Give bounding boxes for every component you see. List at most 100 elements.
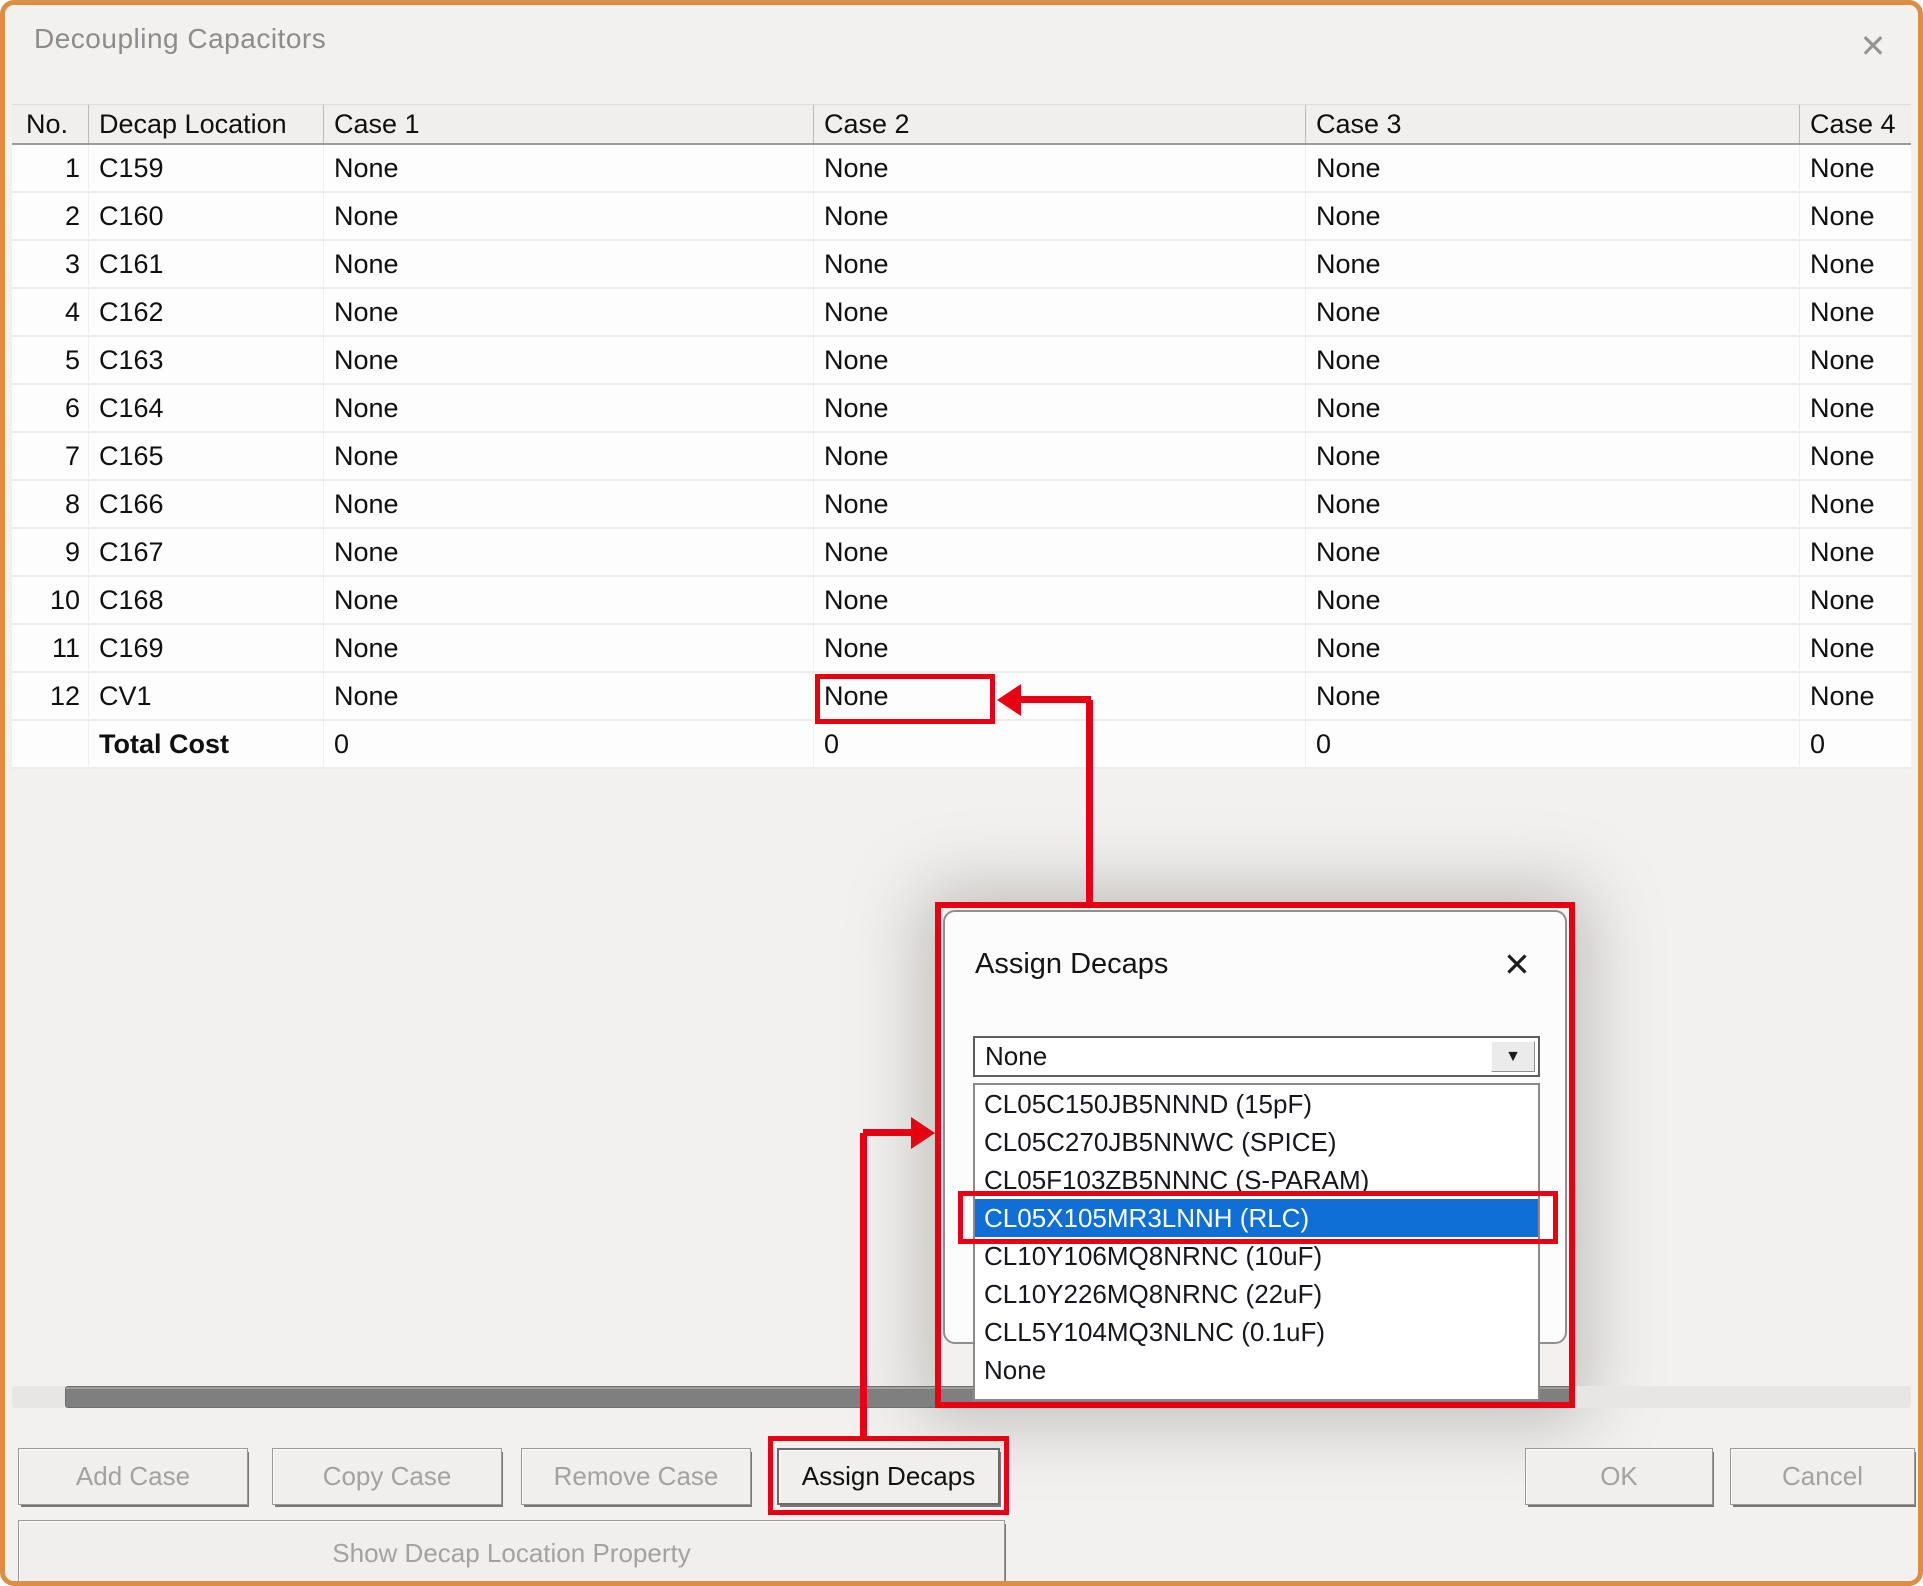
case2-value-cell[interactable]: None	[813, 145, 1305, 193]
annotation-arrow-vertical-to-popup	[1086, 700, 1093, 904]
case2-value-cell[interactable]: None	[813, 625, 1305, 673]
show-decap-location-property-button[interactable]: Show Decap Location Property	[18, 1520, 1005, 1586]
case2-total-cell: 0	[813, 721, 1305, 769]
annotation-rect-assign-decaps-button	[768, 1436, 1009, 1515]
case3-total-cell: 0	[1305, 721, 1799, 769]
page-title: Decoupling Capacitors	[34, 23, 326, 55]
row-number-cell: 11	[12, 625, 88, 673]
decap-location-cell: C164	[88, 385, 323, 433]
decap-location-cell: C160	[88, 193, 323, 241]
row-number-cell: 1	[12, 145, 88, 193]
case2-value-cell[interactable]: None	[813, 385, 1305, 433]
case4-value-cell[interactable]: None	[1799, 289, 1911, 337]
case4-value-cell[interactable]: None	[1799, 145, 1911, 193]
case4-value-cell[interactable]: None	[1799, 481, 1911, 529]
case4-value-cell[interactable]: None	[1799, 673, 1911, 721]
decap-location-cell: C162	[88, 289, 323, 337]
case1-value-cell[interactable]: None	[323, 577, 813, 625]
popup-title: Assign Decaps	[975, 948, 1168, 981]
chevron-down-icon[interactable]: ▼	[1491, 1041, 1535, 1072]
case1-value-cell[interactable]: None	[323, 385, 813, 433]
case2-value-cell[interactable]: None	[813, 193, 1305, 241]
decap-location-cell: C167	[88, 529, 323, 577]
annotation-arrow-horizontal-to-popup	[863, 1129, 913, 1136]
ok-button[interactable]: OK	[1525, 1448, 1713, 1505]
total-cost-label: Total Cost	[88, 721, 323, 769]
case4-value-cell[interactable]: None	[1799, 337, 1911, 385]
case4-value-cell[interactable]: None	[1799, 625, 1911, 673]
add-case-button[interactable]: Add Case	[18, 1448, 248, 1505]
case1-value-cell[interactable]: None	[323, 337, 813, 385]
case2-value-cell[interactable]: None	[813, 289, 1305, 337]
decap-table: No. Decap Location Case 1 Case 2 Case 3 …	[12, 104, 1911, 769]
case2-value-cell[interactable]: None	[813, 481, 1305, 529]
case1-value-cell[interactable]: None	[323, 529, 813, 577]
decap-combobox[interactable]: None ▼	[973, 1036, 1540, 1077]
cancel-button[interactable]: Cancel	[1730, 1448, 1915, 1505]
horizontal-scrollbar-track[interactable]	[12, 1386, 1911, 1408]
case1-value-cell[interactable]: None	[323, 673, 813, 721]
case3-value-cell[interactable]: None	[1305, 193, 1799, 241]
case4-value-cell[interactable]: None	[1799, 241, 1911, 289]
case2-value-cell[interactable]: None	[813, 241, 1305, 289]
decap-location-cell: C159	[88, 145, 323, 193]
list-item[interactable]: CL10Y226MQ8NRNC (22uF)	[975, 1275, 1538, 1313]
row-number-cell: 10	[12, 577, 88, 625]
row-number-cell: 5	[12, 337, 88, 385]
case4-value-cell[interactable]: None	[1799, 433, 1911, 481]
row-number-cell: 12	[12, 673, 88, 721]
close-icon[interactable]: ✕	[1850, 23, 1896, 69]
row-number-cell: 9	[12, 529, 88, 577]
combobox-value: None	[985, 1038, 1047, 1075]
case1-value-cell[interactable]: None	[323, 625, 813, 673]
list-item[interactable]: CL05C150JB5NNND (15pF)	[975, 1085, 1538, 1123]
total-row-empty-cell	[12, 721, 88, 769]
case4-value-cell[interactable]: None	[1799, 529, 1911, 577]
case3-value-cell[interactable]: None	[1305, 289, 1799, 337]
decap-location-cell: C168	[88, 577, 323, 625]
case3-value-cell[interactable]: None	[1305, 145, 1799, 193]
decap-location-cell: C165	[88, 433, 323, 481]
case1-total-cell: 0	[323, 721, 813, 769]
case4-value-cell[interactable]: None	[1799, 193, 1911, 241]
popup-close-icon[interactable]: ✕	[1495, 942, 1539, 986]
case2-value-cell[interactable]: None	[813, 577, 1305, 625]
row-number-cell: 3	[12, 241, 88, 289]
case3-value-cell[interactable]: None	[1305, 577, 1799, 625]
row-number-cell: 2	[12, 193, 88, 241]
list-item[interactable]: None	[975, 1351, 1538, 1389]
annotation-rect-selected-item	[958, 1191, 1558, 1244]
case3-value-cell[interactable]: None	[1305, 625, 1799, 673]
case1-value-cell[interactable]: None	[323, 481, 813, 529]
case1-value-cell[interactable]: None	[323, 289, 813, 337]
case4-value-cell[interactable]: None	[1799, 577, 1911, 625]
case3-value-cell[interactable]: None	[1305, 385, 1799, 433]
case1-value-cell[interactable]: None	[323, 433, 813, 481]
row-number-cell: 4	[12, 289, 88, 337]
column-header-case3: Case 3	[1305, 105, 1799, 143]
column-header-case2: Case 2	[813, 105, 1305, 143]
annotation-arrow-horizontal-to-cell	[1019, 696, 1091, 703]
list-item[interactable]: CL05C270JB5NNWC (SPICE)	[975, 1123, 1538, 1161]
case2-value-cell[interactable]: None	[813, 433, 1305, 481]
case1-value-cell[interactable]: None	[323, 145, 813, 193]
case1-value-cell[interactable]: None	[323, 241, 813, 289]
case3-value-cell[interactable]: None	[1305, 529, 1799, 577]
case3-value-cell[interactable]: None	[1305, 673, 1799, 721]
case4-value-cell[interactable]: None	[1799, 385, 1911, 433]
remove-case-button[interactable]: Remove Case	[521, 1448, 751, 1505]
case2-value-cell[interactable]: None	[813, 337, 1305, 385]
case3-value-cell[interactable]: None	[1305, 337, 1799, 385]
column-header-case1: Case 1	[323, 105, 813, 143]
column-header-no: No.	[12, 105, 88, 143]
case3-value-cell[interactable]: None	[1305, 481, 1799, 529]
list-item[interactable]: CLL5Y104MQ3NLNC (0.1uF)	[975, 1313, 1538, 1351]
case3-value-cell[interactable]: None	[1305, 433, 1799, 481]
case3-value-cell[interactable]: None	[1305, 241, 1799, 289]
annotation-rect-case2-cv1-cell	[815, 674, 995, 724]
table-header-row: No. Decap Location Case 1 Case 2 Case 3 …	[12, 104, 1911, 145]
case1-value-cell[interactable]: None	[323, 193, 813, 241]
case2-value-cell[interactable]: None	[813, 529, 1305, 577]
row-number-cell: 8	[12, 481, 88, 529]
copy-case-button[interactable]: Copy Case	[272, 1448, 502, 1505]
